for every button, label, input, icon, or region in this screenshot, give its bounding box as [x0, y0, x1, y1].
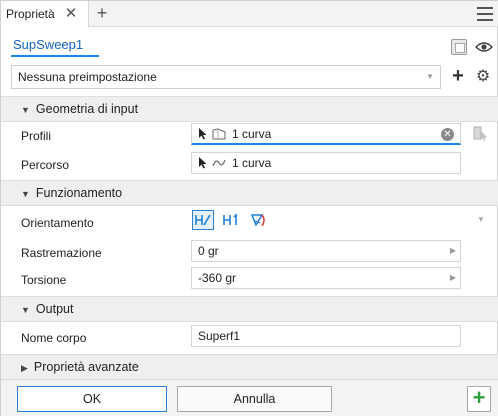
- profili-label: Profili: [21, 129, 52, 143]
- profili-field[interactable]: 1 curva ✕: [191, 123, 461, 145]
- rastremazione-label: Rastremazione: [21, 246, 102, 260]
- ok-button[interactable]: OK: [17, 386, 167, 412]
- orientation-guide-button[interactable]: [248, 210, 270, 230]
- clear-icon[interactable]: ✕: [441, 128, 454, 141]
- hamburger-menu-icon[interactable]: [477, 7, 493, 21]
- plus-icon[interactable]: +: [93, 3, 111, 23]
- add-preset-button[interactable]: +: [449, 65, 467, 89]
- section-input-geometry[interactable]: ▼ Geometria di input: [1, 96, 498, 122]
- section-funzionamento[interactable]: ▼ Funzionamento: [1, 180, 498, 206]
- collapse-triangle-icon: ▼: [21, 305, 30, 315]
- cursor-icon: [199, 157, 207, 169]
- section-title: Funzionamento: [35, 186, 123, 200]
- torsione-label: Torsione: [21, 273, 67, 287]
- orientation-path-icon: [195, 214, 211, 226]
- percorso-field[interactable]: 1 curva: [191, 152, 461, 174]
- chevron-right-icon[interactable]: ▶: [450, 268, 456, 288]
- preset-value: Nessuna preimpostazione: [18, 70, 157, 84]
- eye-icon[interactable]: [475, 41, 493, 53]
- profili-value: 1 curva: [232, 127, 272, 141]
- close-icon[interactable]: ✕: [63, 5, 79, 22]
- cancel-button[interactable]: Annulla: [177, 386, 332, 412]
- select-other-icon[interactable]: [473, 125, 489, 141]
- section-advanced[interactable]: ▶ Proprietà avanzate: [1, 354, 498, 380]
- orientamento-label: Orientamento: [21, 216, 94, 230]
- collapse-triangle-icon: ▼: [21, 189, 30, 199]
- orientation-guide-icon: [250, 214, 265, 227]
- feature-name[interactable]: SupSweep1: [11, 35, 99, 57]
- cursor-icon: [199, 128, 207, 140]
- apply-add-button[interactable]: +: [467, 386, 491, 412]
- section-title: Output: [35, 302, 74, 316]
- nome-corpo-field[interactable]: Superf1: [191, 325, 461, 347]
- percorso-label: Percorso: [21, 158, 70, 172]
- section-title: Geometria di input: [35, 102, 139, 116]
- chevron-right-icon[interactable]: ▶: [450, 241, 456, 261]
- profile-icon: [212, 128, 226, 140]
- tab-bar: Proprietà ✕ +: [1, 1, 498, 27]
- chevron-down-icon[interactable]: ▼: [477, 215, 485, 224]
- rastremazione-value: 0 gr: [198, 244, 219, 258]
- percorso-value: 1 curva: [232, 156, 272, 170]
- torsione-value: -360 gr: [198, 271, 237, 285]
- section-title: Proprietà avanzate: [33, 360, 139, 374]
- properties-panel: Proprietà ✕ + SupSweep1 Nessuna preimpos…: [0, 0, 498, 416]
- torsione-field[interactable]: -360 gr ▶: [191, 267, 461, 289]
- chevron-down-icon: ▼: [426, 72, 434, 81]
- section-output[interactable]: ▼ Output: [1, 296, 498, 322]
- gear-icon[interactable]: ⚙: [473, 67, 493, 87]
- expand-triangle-icon: ▶: [21, 363, 28, 373]
- orientation-parallel-button[interactable]: [220, 210, 242, 230]
- orientation-parallel-icon: [223, 213, 237, 225]
- window-icon[interactable]: [451, 39, 467, 55]
- nome-corpo-value: Superf1: [198, 329, 241, 343]
- nome-corpo-label: Nome corpo: [21, 331, 87, 345]
- tab-properties-label: Proprietà: [6, 7, 55, 21]
- preset-dropdown[interactable]: Nessuna preimpostazione ▼: [11, 65, 441, 89]
- collapse-triangle-icon: ▼: [21, 105, 30, 115]
- rastremazione-field[interactable]: 0 gr ▶: [191, 240, 461, 262]
- path-curve-icon: [212, 159, 226, 167]
- tab-properties[interactable]: Proprietà ✕: [1, 1, 89, 27]
- orientation-path-button[interactable]: [192, 210, 214, 230]
